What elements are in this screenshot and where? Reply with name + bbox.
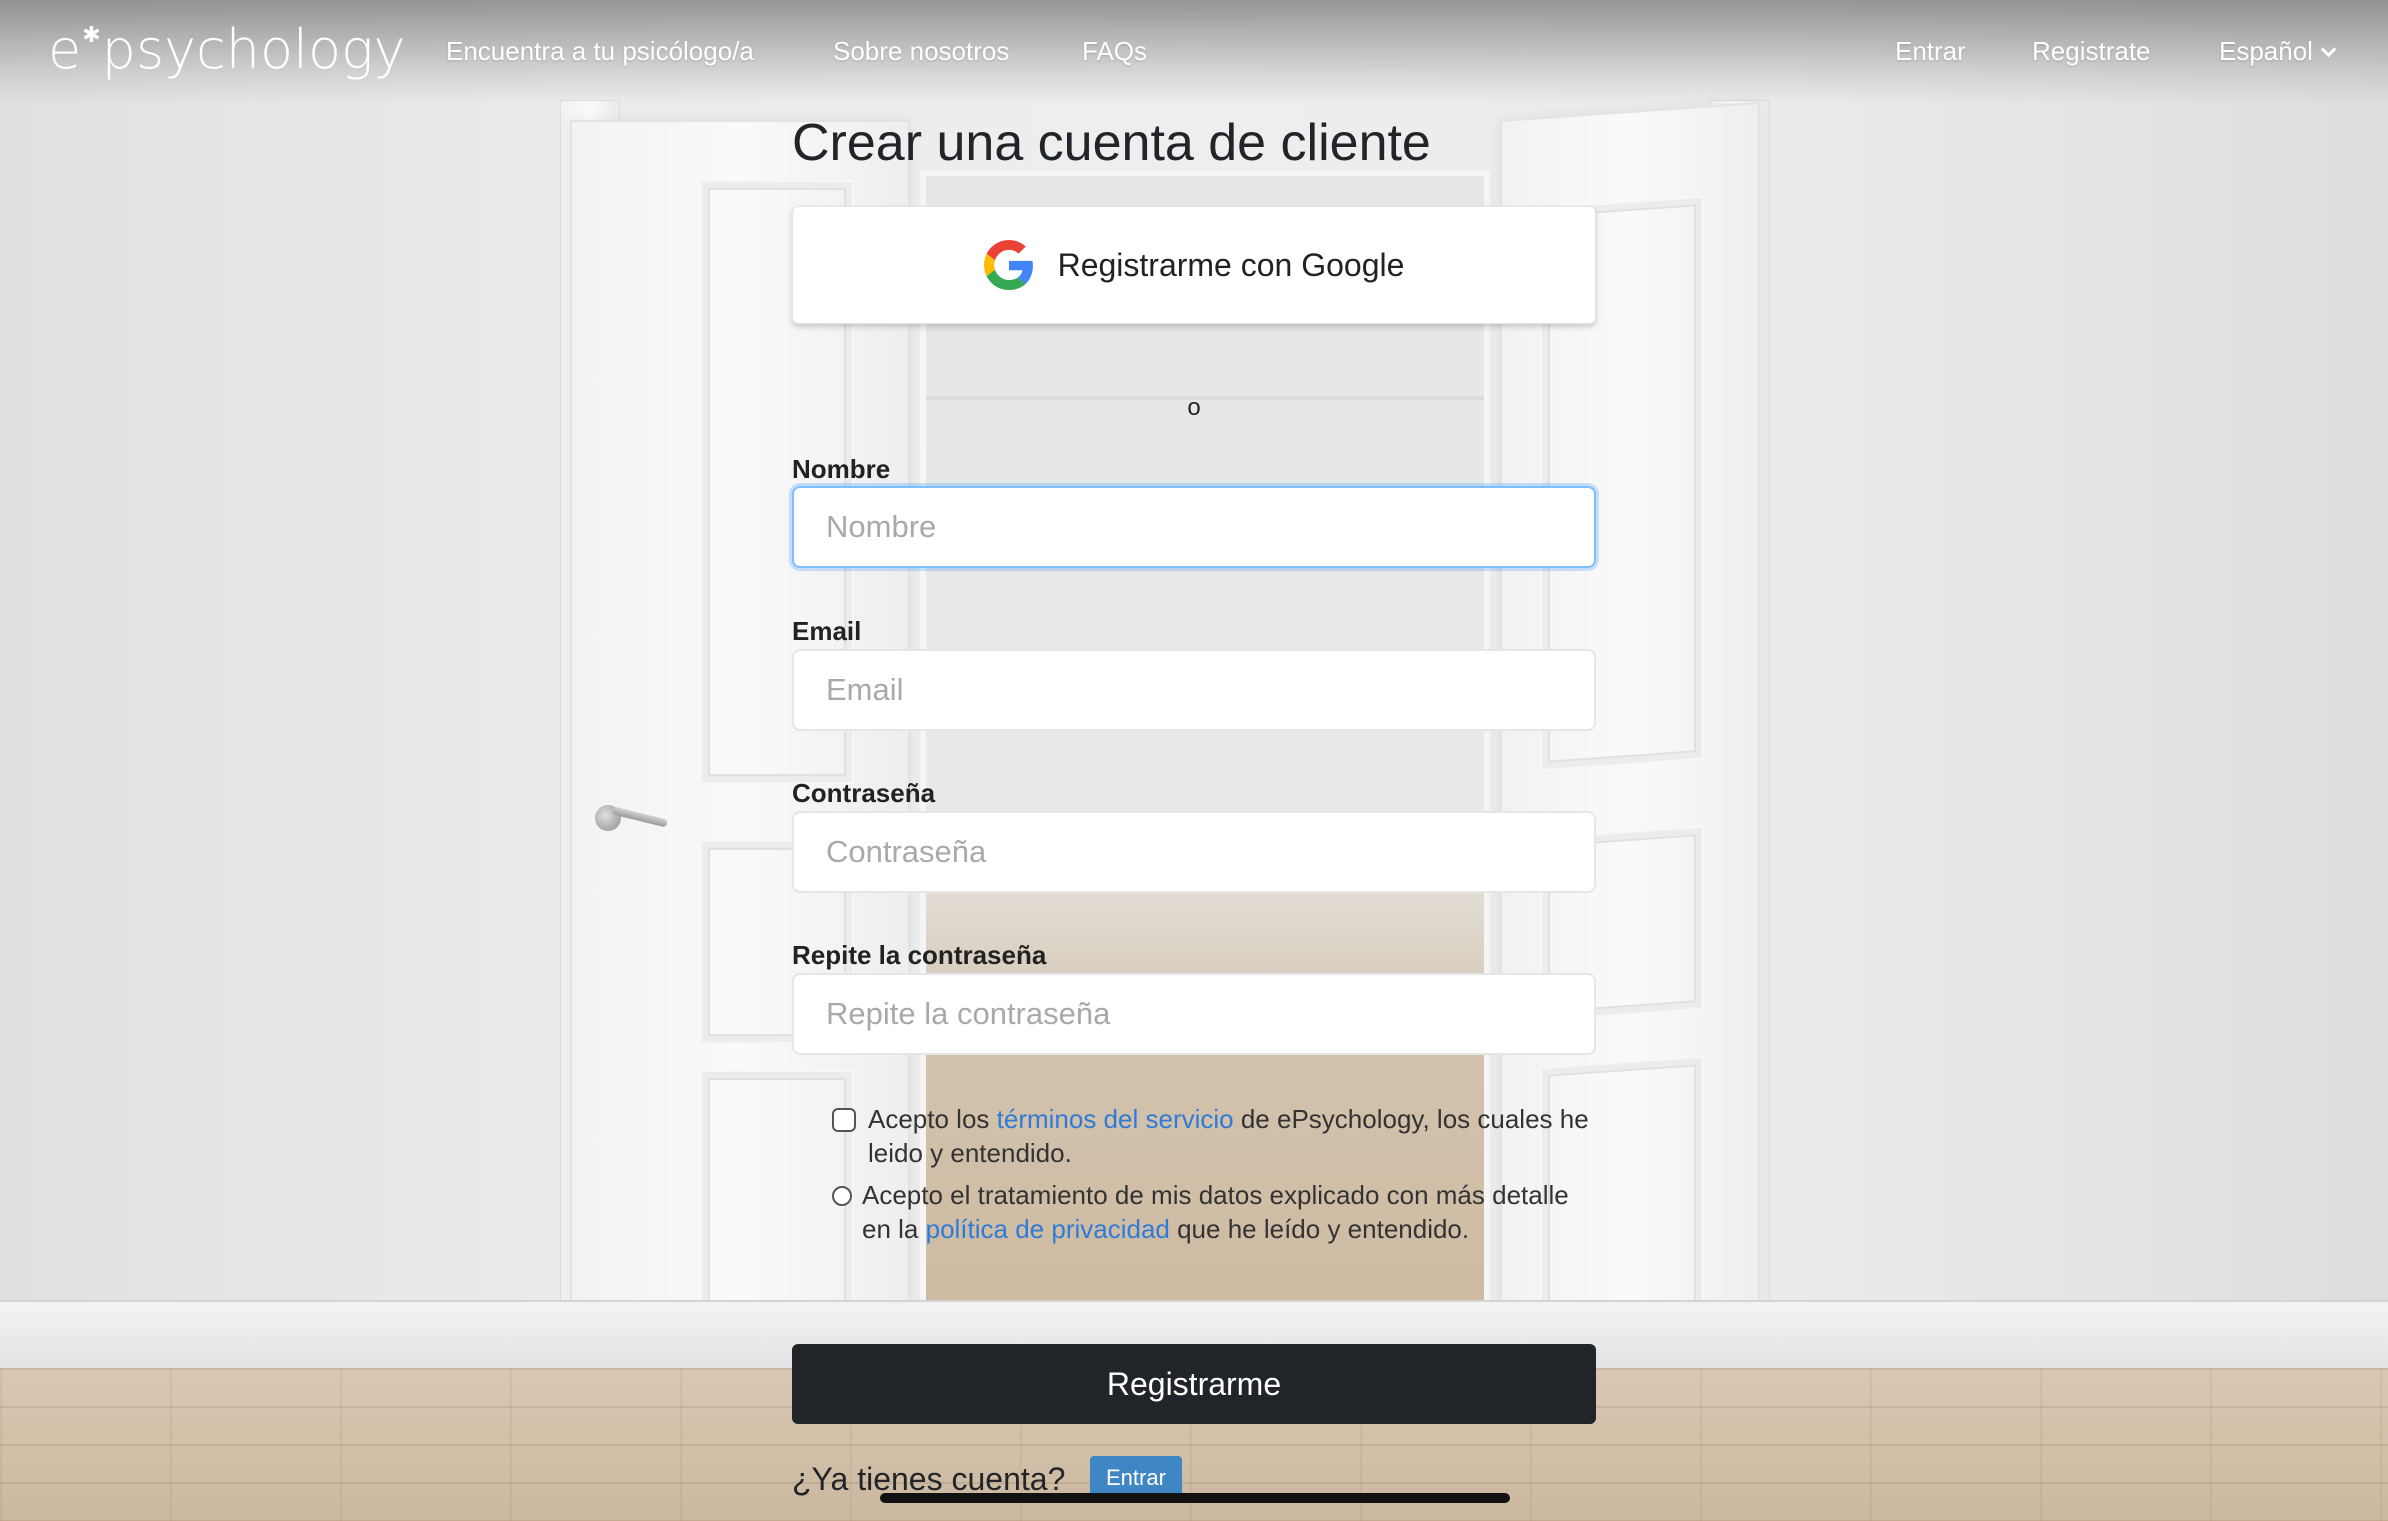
or-separator: o	[1187, 394, 1201, 421]
nav-login[interactable]: Entrar	[1895, 36, 1966, 67]
language-label: Español	[2219, 36, 2313, 66]
brand-mark-icon: ✱	[82, 23, 101, 48]
password-label: Contraseña	[792, 778, 936, 808]
privacy-text-after: que he leído y entendido.	[1169, 1214, 1470, 1244]
nav-faqs[interactable]: FAQs	[1082, 36, 1147, 67]
terms-text: Acepto los términos del servicio de ePsy…	[832, 1102, 1602, 1170]
name-label: Nombre	[792, 454, 891, 484]
nav-register[interactable]: Registrate	[2032, 36, 2151, 67]
chevron-down-icon	[2320, 41, 2337, 58]
nav-find-psychologist[interactable]: Encuentra a tu psicólogo/a	[446, 36, 754, 67]
top-navbar: e✱psychology Encuentra a tu psicólogo/a …	[0, 0, 2388, 104]
privacy-text: Acepto el tratamiento de mis datos expli…	[832, 1178, 1602, 1246]
name-input[interactable]	[792, 486, 1596, 568]
email-label: Email	[792, 616, 862, 646]
privacy-consent-row: Acepto el tratamiento de mis datos expli…	[832, 1178, 1602, 1246]
privacy-policy-link[interactable]: política de privacidad	[926, 1214, 1170, 1244]
brand-suffix: psychology	[101, 18, 406, 81]
password-input[interactable]	[792, 811, 1596, 893]
page-title: Crear una cuenta de cliente	[792, 114, 1431, 172]
corridor	[920, 170, 1490, 1350]
google-signup-label: Registrarme con Google	[1057, 246, 1405, 283]
privacy-checkbox[interactable]	[832, 1186, 852, 1206]
google-signup-button[interactable]: Registrarme con Google	[792, 206, 1596, 324]
terms-text-before: Acepto los	[868, 1104, 997, 1134]
terms-consent-row: Acepto los términos del servicio de ePsy…	[832, 1102, 1602, 1170]
language-dropdown[interactable]: Español	[2219, 36, 2337, 67]
terms-of-service-link[interactable]: términos del servicio	[997, 1104, 1234, 1134]
home-indicator-bar	[880, 1493, 1510, 1503]
repeat-password-input[interactable]	[792, 973, 1596, 1055]
email-input[interactable]	[792, 649, 1596, 731]
register-submit-button[interactable]: Registrarme	[792, 1344, 1596, 1424]
nav-about-us[interactable]: Sobre nosotros	[833, 36, 1009, 67]
brand-prefix: e	[48, 18, 82, 81]
google-icon	[983, 240, 1033, 290]
repeat-password-label: Repite la contraseña	[792, 940, 1047, 970]
terms-checkbox[interactable]	[832, 1108, 856, 1132]
brand-logo[interactable]: e✱psychology	[48, 18, 405, 81]
